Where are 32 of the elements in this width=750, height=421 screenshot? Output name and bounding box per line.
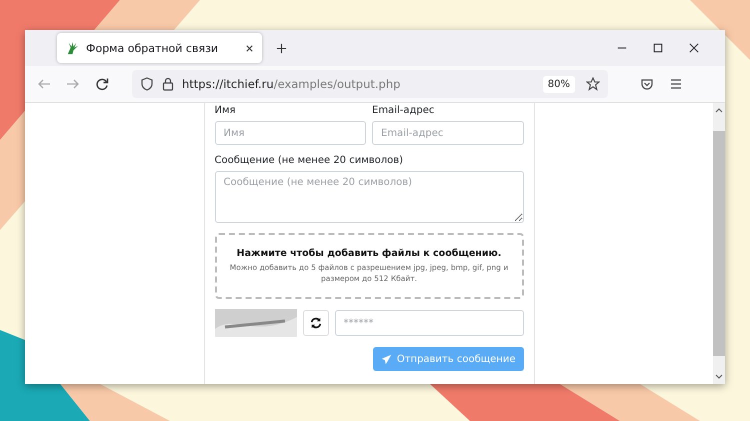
address-bar[interactable]: https://itchief.ru/examples/output.php 80% [132, 70, 608, 98]
message-field[interactable]: Сообщение (не менее 20 символов) [214, 171, 524, 223]
name-field[interactable]: Имя [214, 121, 366, 145]
captcha-field[interactable]: ****** [334, 310, 524, 336]
email-label: Email-адрес [372, 105, 436, 116]
dropzone-title: Нажмите чтобы добавить файлы к сообщению. [236, 248, 502, 259]
refresh-captcha-button[interactable] [302, 310, 328, 336]
message-label: Сообщение (не менее 20 символов) [214, 155, 404, 166]
star-icon[interactable] [586, 77, 600, 91]
url-text: https://itchief.ru/examples/output.php [182, 77, 402, 91]
email-field[interactable]: Email-адрес [372, 121, 524, 145]
scroll-down-icon[interactable] [715, 374, 723, 380]
pocket-icon[interactable] [640, 77, 654, 91]
stripe-drawing [690, 0, 750, 60]
scroll-up-icon[interactable] [715, 107, 723, 113]
shield-icon [140, 77, 154, 91]
new-tab-icon[interactable] [276, 42, 287, 54]
scroll-thumb[interactable] [713, 131, 725, 356]
hand-icon [65, 40, 80, 56]
refresh-icon [310, 317, 322, 329]
browser-tab[interactable]: Форма обратной связи [57, 33, 262, 63]
name-label: Имя [214, 105, 237, 116]
reload-icon[interactable] [95, 77, 109, 91]
close-icon[interactable] [689, 43, 699, 53]
scrollbar[interactable] [713, 103, 725, 384]
padlock-icon [161, 77, 175, 91]
tab-title: Форма обратной связи [86, 42, 220, 54]
maximize-icon[interactable] [653, 43, 663, 53]
paper-plane-icon [380, 354, 392, 364]
close-icon[interactable] [245, 44, 254, 52]
menu-icon[interactable] [669, 77, 683, 91]
zoom-level[interactable]: 80% [542, 76, 575, 92]
